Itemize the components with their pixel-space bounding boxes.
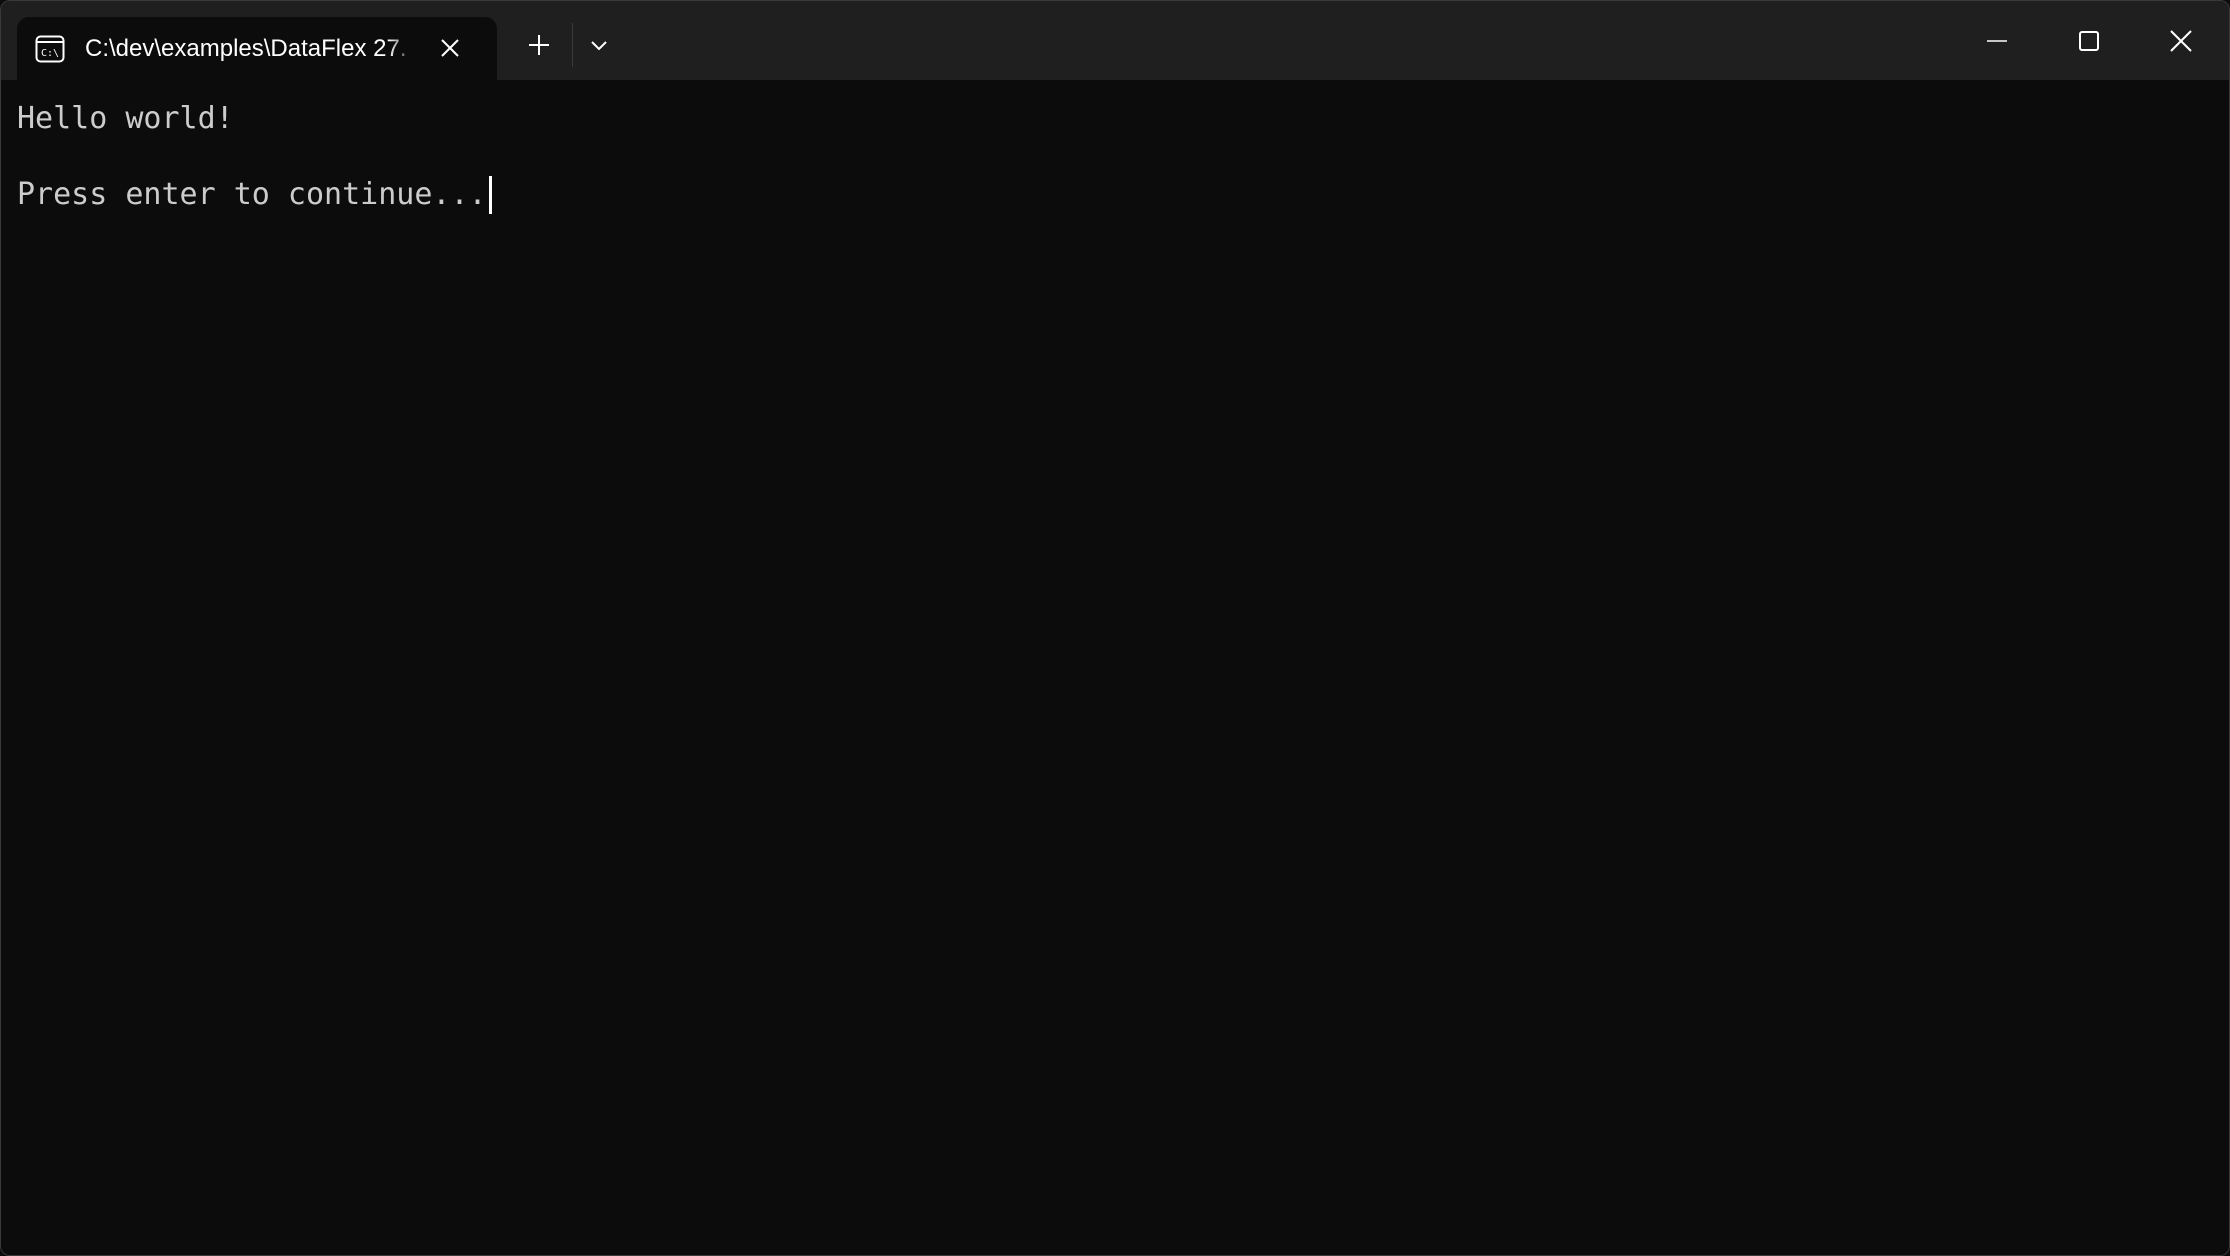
prompt-text: Press enter to continue... [17, 177, 487, 212]
window-close-button[interactable] [2135, 1, 2227, 80]
text-cursor [488, 176, 492, 214]
minimize-icon [1987, 39, 2007, 42]
new-tab-button[interactable] [519, 25, 559, 65]
terminal-window: C:\ C:\dev\examples\DataFlex 27. Hello w… [0, 0, 2230, 1256]
terminal-output[interactable]: Hello world! Press enter to continue... [1, 80, 2229, 1255]
tab-dropdown-button[interactable] [581, 25, 617, 65]
chevron-down-icon [591, 41, 607, 51]
tab-divider [572, 23, 573, 67]
terminal-line-prompt: Press enter to continue... [17, 176, 2213, 214]
tab-title: C:\dev\examples\DataFlex 27. [85, 34, 407, 62]
maximize-icon [2079, 30, 2099, 51]
title-bar: C:\ C:\dev\examples\DataFlex 27. [1, 1, 2229, 80]
plus-icon [529, 35, 549, 55]
command-prompt-icon: C:\ [35, 35, 65, 63]
tab-active[interactable]: C:\ C:\dev\examples\DataFlex 27. [17, 17, 497, 80]
tab-close-button[interactable] [433, 31, 467, 65]
minimize-button[interactable] [1951, 1, 2043, 80]
terminal-line-hello: Hello world! [17, 101, 234, 136]
maximize-button[interactable] [2043, 1, 2135, 80]
svg-text:C:\: C:\ [41, 48, 59, 59]
close-icon [441, 39, 459, 57]
close-icon [2170, 29, 2192, 52]
